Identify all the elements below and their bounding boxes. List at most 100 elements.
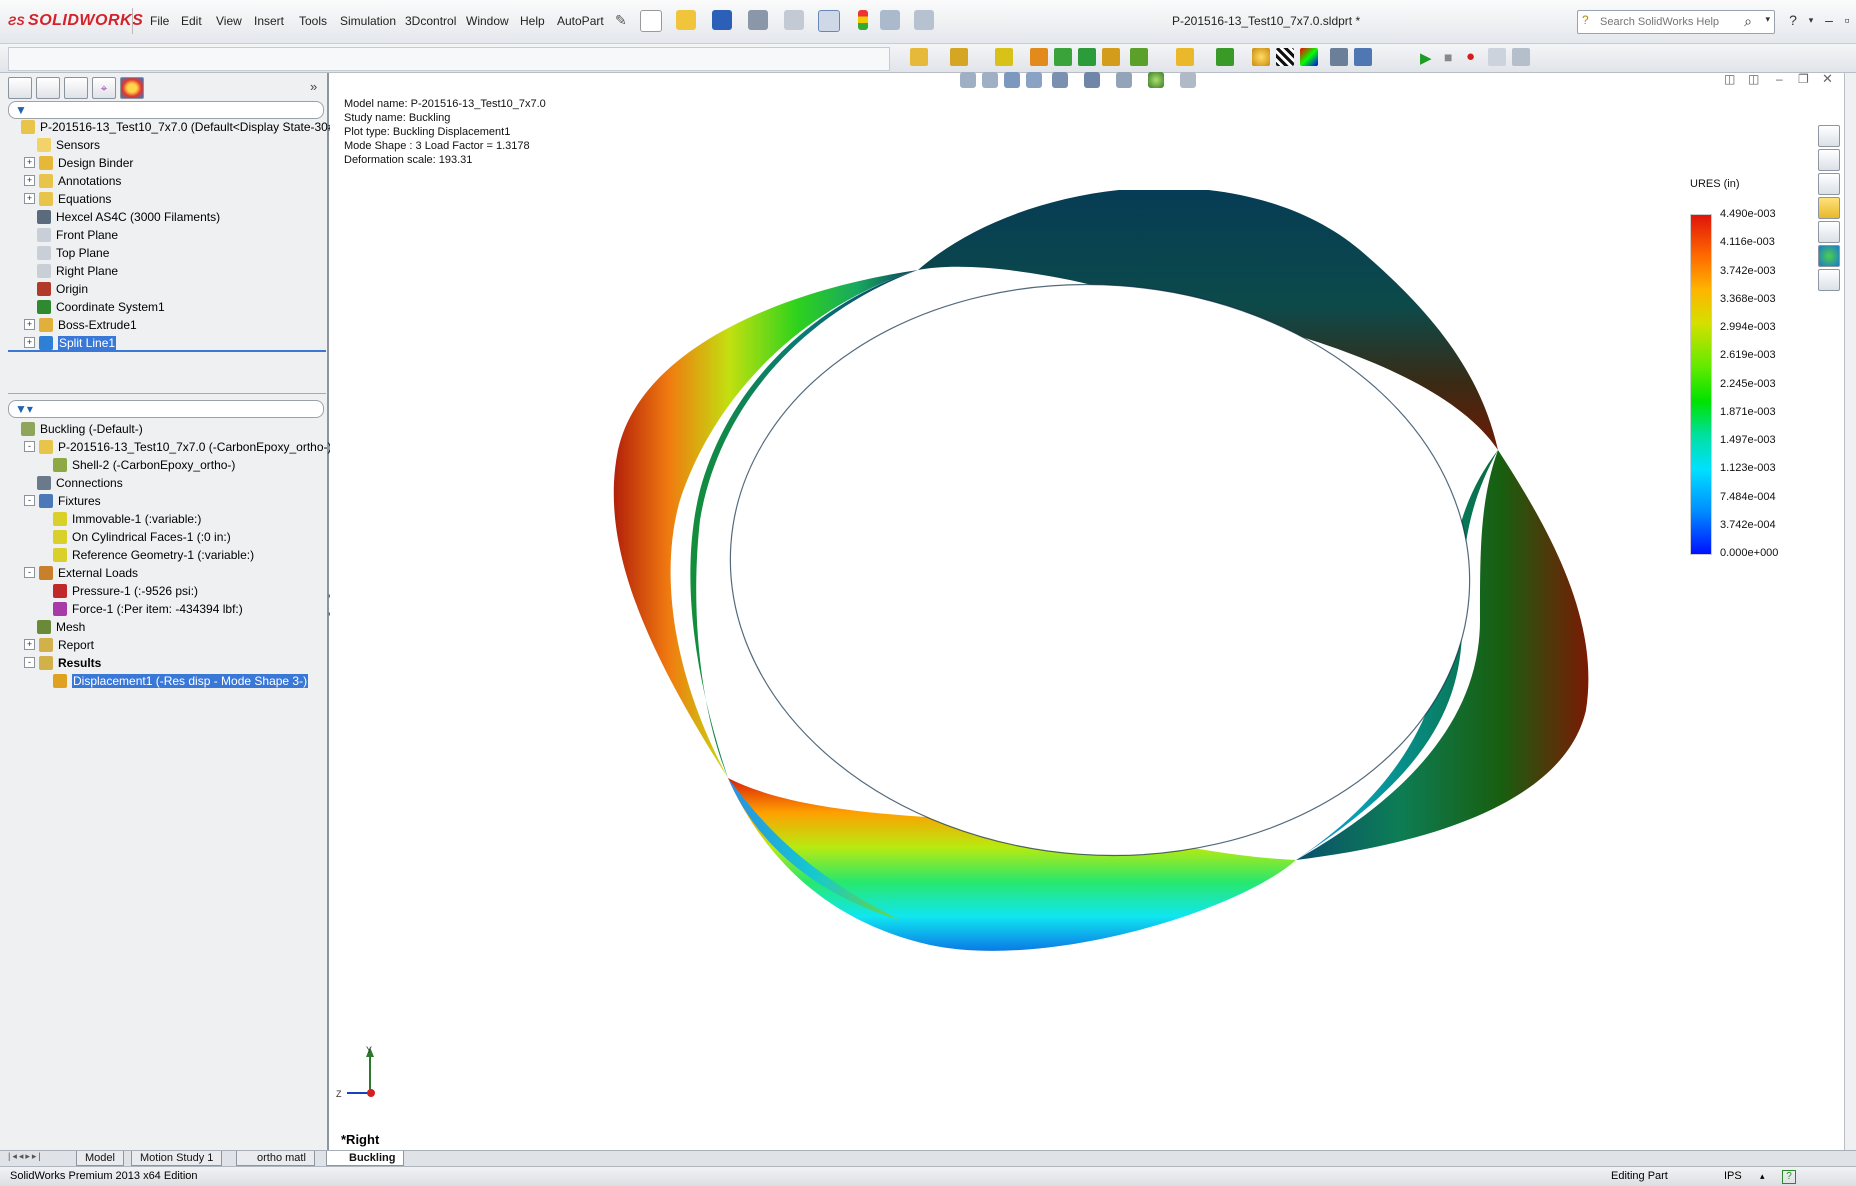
expand-toggle-icon[interactable]: + (24, 193, 35, 205)
custom-properties-icon[interactable] (1818, 269, 1840, 291)
feature-row[interactable]: Sensors (8, 135, 326, 153)
include-image-icon[interactable] (1354, 48, 1372, 66)
save-animation-icon[interactable] (1488, 48, 1506, 66)
expand-panel-icon[interactable]: » (310, 79, 317, 94)
study-row[interactable]: Immovable-1 (:variable:) (8, 509, 326, 527)
file-explorer-icon[interactable] (1818, 197, 1840, 219)
study-row[interactable]: - External Loads (8, 563, 326, 581)
record-icon[interactable]: ● (1466, 48, 1475, 65)
deformed-result-icon[interactable] (1216, 48, 1234, 66)
view-orientation-icon[interactable] (1052, 72, 1068, 88)
feature-row[interactable]: + Equations (8, 189, 326, 207)
dimxpert-tab-icon[interactable]: ⌖ (92, 77, 116, 99)
tab-scroll-arrows-icon[interactable]: |◂◂▸▸| (8, 1151, 43, 1162)
menu-3dcontrol[interactable]: 3Dcontrol (405, 14, 456, 28)
expand-toggle-icon[interactable]: - (24, 567, 35, 579)
study-row[interactable]: Mesh (8, 617, 326, 635)
compare-results-icon[interactable] (1252, 48, 1270, 66)
external-loads-icon[interactable] (1030, 48, 1048, 66)
display-style-icon[interactable] (1084, 72, 1100, 88)
expand-toggle-icon[interactable]: - (24, 495, 35, 507)
menu-window[interactable]: Window (466, 14, 509, 28)
menu-edit[interactable]: Edit (181, 14, 202, 28)
menu-simulation[interactable]: Simulation (340, 14, 396, 28)
units-up-icon[interactable]: ▴ (1760, 1167, 1765, 1186)
feature-row[interactable]: + Boss-Extrude1 (8, 315, 326, 333)
pin-icon[interactable]: ✎ (615, 12, 627, 29)
buckling-mode-shape-render[interactable] (600, 190, 1600, 1030)
feature-row[interactable]: Top Plane (8, 243, 326, 261)
print-icon[interactable] (748, 10, 768, 30)
feature-row[interactable]: Front Plane (8, 225, 326, 243)
property-manager-tab-icon[interactable] (36, 77, 60, 99)
panel-splitter[interactable] (8, 393, 326, 394)
viewport-minimize-icon[interactable]: – (1776, 72, 1783, 86)
restore-icon[interactable]: ▫ (1836, 10, 1856, 30)
tab-model[interactable]: Model (76, 1151, 124, 1166)
tab-buckling[interactable]: Buckling (326, 1151, 405, 1166)
study-icon[interactable] (910, 48, 928, 66)
display-manager-tab-icon[interactable] (120, 77, 144, 99)
menu-view[interactable]: View (216, 14, 242, 28)
study-row[interactable]: Pressure-1 (:-9526 psi:) (8, 581, 326, 599)
options-icon[interactable] (914, 10, 934, 30)
connections-icon[interactable] (1054, 48, 1072, 66)
feature-row[interactable]: Hexcel AS4C (3000 Filaments) (8, 207, 326, 225)
study-row[interactable]: Displacement1 (-Res disp - Mode Shape 3-… (8, 671, 326, 689)
study-row[interactable]: + Report (8, 635, 326, 653)
results-advisor-icon[interactable] (1176, 48, 1194, 66)
feature-row[interactable]: P-201516-13_Test10_7x7.0 (Default<Displa… (8, 117, 346, 135)
study-row[interactable]: Connections (8, 473, 326, 491)
open-icon[interactable] (676, 10, 696, 30)
apply-material-icon[interactable] (950, 48, 968, 66)
search-box[interactable]: ? ⌕ ▾ (1577, 10, 1775, 34)
play-icon[interactable]: ▶ (1420, 49, 1432, 67)
undo-icon[interactable] (784, 10, 804, 30)
new-document-icon[interactable] (640, 10, 662, 32)
expand-toggle-icon[interactable]: - (24, 441, 35, 453)
menu-file[interactable]: File (150, 14, 169, 28)
viewport-restore-icon[interactable]: ❐ (1798, 72, 1809, 86)
animation-properties-icon[interactable] (1512, 48, 1530, 66)
feature-manager-tab-icon[interactable] (8, 77, 32, 99)
expand-toggle-icon[interactable]: + (24, 337, 35, 349)
stop-icon[interactable]: ■ (1444, 49, 1452, 65)
feature-row[interactable]: Coordinate System1 (8, 297, 326, 315)
viewport-split-icon[interactable]: ◫ (1724, 72, 1735, 86)
zoom-to-fit-icon[interactable] (960, 72, 976, 88)
study-row[interactable]: - P-201516-13_Test10_7x7.0 (-CarbonEpoxy_… (8, 437, 332, 455)
search-input[interactable] (1598, 11, 1752, 33)
menu-tools[interactable]: Tools (299, 14, 327, 28)
menu-insert[interactable]: Insert (254, 14, 284, 28)
home-icon[interactable] (1818, 149, 1840, 171)
mesh-icon[interactable] (1130, 48, 1148, 66)
study-row[interactable]: - Results (8, 653, 326, 671)
feature-row[interactable]: + Design Binder (8, 153, 326, 171)
solidworks-logo[interactable]: ƧS SOLIDWORKS (8, 12, 143, 30)
expand-toggle-icon[interactable]: - (24, 657, 35, 669)
expand-toggle-icon[interactable]: + (24, 157, 35, 169)
feature-row[interactable]: Origin (8, 279, 326, 297)
rebuild-icon[interactable] (858, 10, 868, 30)
study-tree-filter[interactable]: ▼▾ (8, 400, 324, 418)
save-icon[interactable] (712, 10, 732, 30)
search-dropdown-icon[interactable]: ▾ (1765, 14, 1770, 25)
feature-row[interactable]: + Split Line1 (8, 333, 326, 351)
expand-toggle-icon[interactable]: + (24, 319, 35, 331)
fixtures-advisor-icon[interactable] (995, 48, 1013, 66)
viewport-split2-icon[interactable]: ◫ (1748, 72, 1759, 86)
study-row[interactable]: Reference Geometry-1 (:variable:) (8, 545, 326, 563)
study-row[interactable]: Shell-2 (-CarbonEpoxy_ortho-) (8, 455, 326, 473)
study-row[interactable]: Buckling (-Default-) (8, 419, 326, 437)
select-icon[interactable] (818, 10, 840, 32)
file-properties-icon[interactable] (880, 10, 900, 30)
apply-scene-icon[interactable] (1180, 72, 1196, 88)
plot-tools-icon[interactable] (1300, 48, 1318, 66)
expand-toggle-icon[interactable]: + (24, 639, 35, 651)
configuration-manager-tab-icon[interactable] (64, 77, 88, 99)
section-view-icon[interactable] (1026, 72, 1042, 88)
tab-ortho-matl[interactable]: ortho matl (236, 1151, 315, 1166)
study-row[interactable]: - Fixtures (8, 491, 326, 509)
view-palette-icon[interactable] (1818, 221, 1840, 243)
resources-icon[interactable] (1818, 125, 1840, 147)
